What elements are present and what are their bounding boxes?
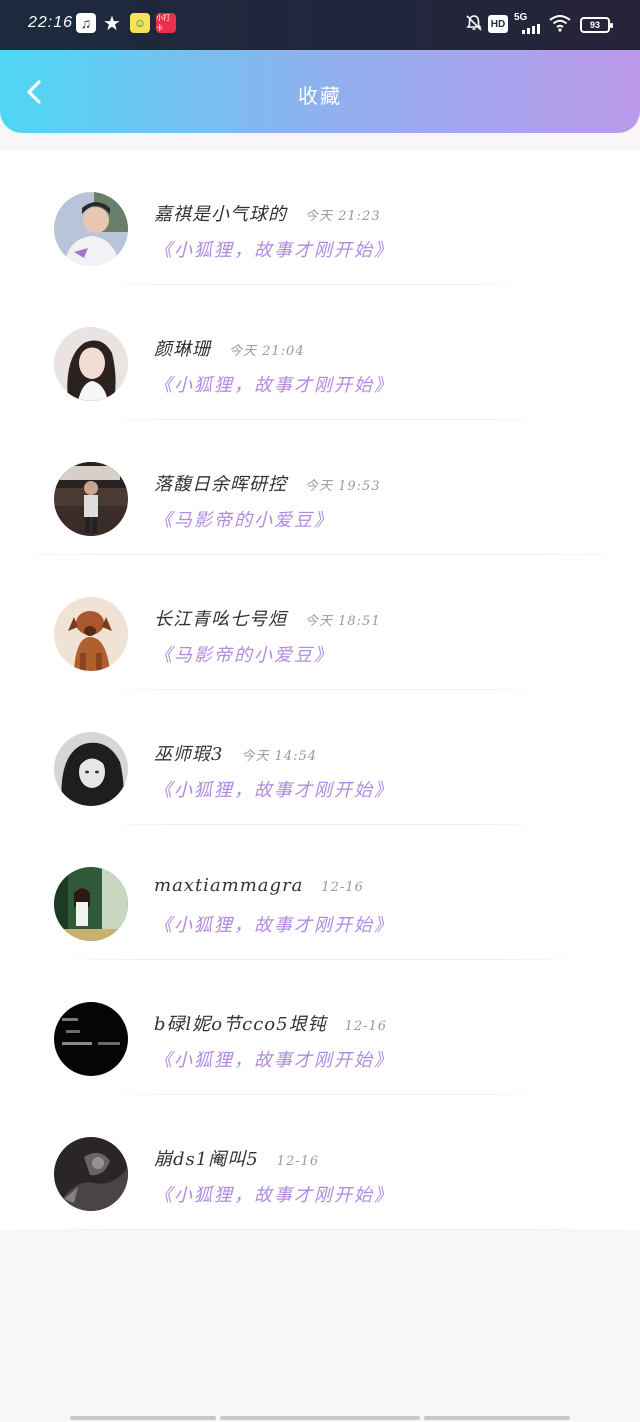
avatar[interactable] — [54, 1137, 128, 1211]
home-indicator-segment — [424, 1416, 570, 1420]
star-icon: ★ — [103, 12, 121, 35]
list-item[interactable]: 嘉祺是小气球的 今天 21:23 《小狐狸，故事才刚开始》 — [0, 150, 640, 285]
user-name: b碌l妮o节cco5垠钝 — [154, 1014, 327, 1035]
story-title[interactable]: 《小狐狸，故事才刚开始》 — [154, 1046, 394, 1072]
list-item[interactable]: 崩ds1阉叫5 12-16 《小狐狸，故事才刚开始》 — [0, 1095, 640, 1230]
story-title[interactable]: 《马影帝的小爱豆》 — [154, 641, 334, 667]
story-title[interactable]: 《小狐狸，故事才刚开始》 — [154, 1181, 394, 1207]
time-label: 12-16 — [344, 1019, 388, 1034]
user-name: 嘉祺是小气球的 — [154, 204, 287, 225]
user-name: maxtiammagra — [154, 875, 304, 896]
divider — [0, 1229, 640, 1230]
list-item[interactable]: 长江青吆七号烜 今天 18:51 《马影帝的小爱豆》 — [0, 555, 640, 690]
page-title: 收藏 — [298, 84, 342, 108]
status-time: 22:16 — [28, 14, 74, 31]
time-label: 12-16 — [321, 880, 364, 895]
status-bar: 22:16 ♫ ★ ☺ 小打卡 HD 5G 93 — [0, 0, 640, 50]
home-indicator-segment — [70, 1416, 216, 1420]
avatar[interactable] — [54, 597, 128, 671]
avatar[interactable] — [54, 327, 128, 401]
story-title[interactable]: 《小狐狸，故事才刚开始》 — [154, 776, 394, 802]
story-title[interactable]: 《小狐狸，故事才刚开始》 — [154, 911, 394, 937]
user-name: 崩ds1阉叫5 — [154, 1149, 259, 1170]
story-title[interactable]: 《小狐狸，故事才刚开始》 — [154, 371, 394, 397]
user-name: 长江青吆七号烜 — [154, 609, 287, 630]
time-label: 12-16 — [276, 1154, 320, 1169]
time-label: 今天 18:51 — [305, 614, 381, 629]
home-indicator-segment — [220, 1416, 420, 1420]
time-label: 今天 21:04 — [229, 344, 305, 359]
avatar[interactable] — [54, 192, 128, 266]
app-badge-icon: 小打卡 — [156, 13, 176, 33]
list-item[interactable]: 颜琳珊 今天 21:04 《小狐狸，故事才刚开始》 — [0, 285, 640, 420]
list-item[interactable]: b碌l妮o节cco5垠钝 12-16 《小狐狸，故事才刚开始》 — [0, 960, 640, 1095]
list-item[interactable]: maxtiammagra 12-16 《小狐狸，故事才刚开始》 — [0, 825, 640, 960]
list-item[interactable]: 巫师瑕3 今天 14:54 《小狐狸，故事才刚开始》 — [0, 690, 640, 825]
list-item[interactable]: 落馥日余晖研控 今天 19:53 《马影帝的小爱豆》 — [0, 420, 640, 555]
time-label: 今天 14:54 — [241, 749, 318, 764]
bell-off-icon — [464, 13, 484, 33]
wifi-icon — [548, 13, 572, 33]
avatar[interactable] — [54, 732, 128, 806]
favorites-list: 嘉祺是小气球的 今天 21:23 《小狐狸，故事才刚开始》 颜琳珊 今天 21:… — [0, 150, 640, 1230]
music-app-icon: ♫ — [76, 13, 96, 33]
avatar[interactable] — [54, 867, 128, 941]
time-label: 今天 21:23 — [305, 209, 381, 224]
avatar[interactable] — [54, 462, 128, 536]
emoji-app-icon: ☺ — [130, 13, 150, 33]
battery-icon: 93 — [580, 17, 613, 33]
user-name: 颜琳珊 — [154, 339, 211, 360]
app-header: 收藏 — [0, 50, 640, 133]
time-label: 今天 19:53 — [305, 479, 381, 494]
avatar[interactable] — [54, 1002, 128, 1076]
hd-icon: HD — [488, 15, 508, 33]
story-title[interactable]: 《马影帝的小爱豆》 — [154, 506, 334, 532]
story-title[interactable]: 《小狐狸，故事才刚开始》 — [154, 236, 394, 262]
user-name: 落馥日余晖研控 — [154, 474, 287, 495]
user-name: 巫师瑕3 — [154, 744, 224, 765]
signal-icon: 5G — [514, 12, 542, 36]
